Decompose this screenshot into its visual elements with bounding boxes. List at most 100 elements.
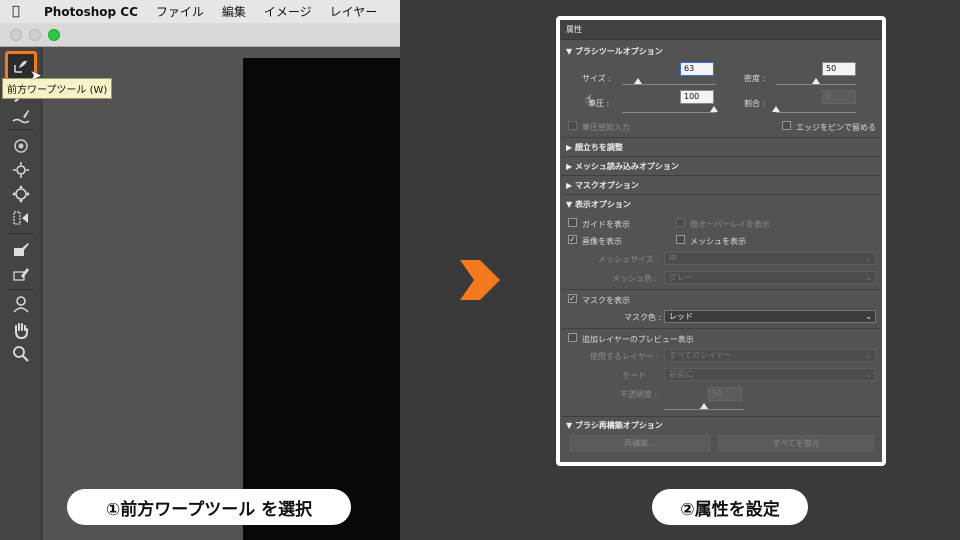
size-label: サイズ : <box>582 74 611 83</box>
show-mesh-label: メッシュを表示 <box>690 237 746 246</box>
close-window-button[interactable] <box>10 29 22 41</box>
section-title: 顔立ちを調整 <box>574 143 623 152</box>
mesh-color-dropdown[interactable]: グレー ⌄ <box>664 271 876 284</box>
menu-image[interactable]: イメージ <box>264 3 312 20</box>
push-left-tool-icon[interactable] <box>9 207 33 229</box>
show-face-overlay-checkbox[interactable] <box>676 218 685 227</box>
rate-input[interactable]: 0 <box>822 90 856 104</box>
size-slider-knob[interactable] <box>634 78 642 84</box>
pucker-tool-icon[interactable] <box>9 159 33 181</box>
freeze-mask-tool-icon[interactable] <box>9 239 33 261</box>
show-image-label: 画像を表示 <box>582 237 622 246</box>
hand-tool-icon[interactable] <box>9 319 33 341</box>
menu-layer[interactable]: レイヤー <box>330 3 378 20</box>
thaw-mask-tool-icon[interactable] <box>9 263 33 285</box>
properties-panel-highlight: 属性 ▼ ブラシツールオプション サイズ : 63 密度 : 50 筆圧 : ☝… <box>556 16 886 466</box>
panel-title: 属性 <box>560 20 882 40</box>
menu-bar:  Photoshop CC ファイル 編集 イメージ レイヤー <box>0 0 400 23</box>
mouse-cursor-icon: ➤ <box>30 68 42 84</box>
step1-caption: ①前方ワープツール を選択 <box>67 489 351 525</box>
opacity-label: 不透明度 : <box>620 390 658 399</box>
pressure-input[interactable]: 100 <box>680 90 714 104</box>
opacity-slider-knob[interactable] <box>700 403 708 409</box>
show-backdrop-checkbox[interactable] <box>568 333 577 342</box>
show-face-overlay-label: 顔オーバーレイを表示 <box>690 220 770 229</box>
stylus-pressure-checkbox[interactable] <box>568 121 577 130</box>
section-title: ブラシツールオプション <box>574 47 663 56</box>
tutorial-canvas:  Photoshop CC ファイル 編集 イメージ レイヤー <box>0 0 960 540</box>
menu-edit[interactable]: 編集 <box>222 3 246 20</box>
size-input[interactable]: 63 <box>680 62 714 76</box>
mode-label: モード : <box>622 371 652 380</box>
menu-file[interactable]: ファイル <box>156 3 204 20</box>
view-options-header[interactable]: ▼ 表示オプション <box>566 199 631 210</box>
face-tool-icon[interactable] <box>9 293 33 315</box>
mesh-size-dropdown[interactable]: 中 ⌄ <box>664 252 876 265</box>
smooth-tool-icon[interactable] <box>9 105 33 127</box>
dropdown-value: 中 <box>669 254 677 263</box>
photoshop-window:  Photoshop CC ファイル 編集 イメージ レイヤー <box>0 0 400 540</box>
properties-panel: 属性 ▼ ブラシツールオプション サイズ : 63 密度 : 50 筆圧 : ☝… <box>560 20 882 462</box>
chevron-down-icon: ⌄ <box>865 273 872 282</box>
mask-color-label: マスク色 : <box>624 313 662 322</box>
section-title: 表示オプション <box>574 200 631 209</box>
section-face-aware-header[interactable]: ▶ 顔立ちを調整 <box>566 142 623 153</box>
hand-cursor-icon: ☝ <box>585 92 593 106</box>
bloat-tool-icon[interactable] <box>9 183 33 205</box>
show-guides-checkbox[interactable] <box>568 218 577 227</box>
chevron-down-icon: ⌄ <box>865 370 872 379</box>
stylus-pressure-label: 筆圧感知入力 <box>582 123 630 132</box>
mesh-color-label: メッシュ色 : <box>612 274 658 283</box>
brush-tool-options-header[interactable]: ▼ ブラシツールオプション <box>566 46 663 57</box>
show-backdrop-label: 追加レイヤーのプレビュー表示 <box>582 335 694 344</box>
use-layer-dropdown[interactable]: すべてのレイヤー ⌄ <box>664 349 876 362</box>
zoom-window-button[interactable] <box>48 29 60 41</box>
pin-edges-label: エッジをピンで留める <box>796 123 876 132</box>
step2-caption: ②属性を設定 <box>652 489 808 525</box>
section-mesh-load-header[interactable]: ▶ メッシュ読み込みオプション <box>566 161 679 172</box>
twirl-clockwise-tool-icon[interactable] <box>9 135 33 157</box>
tool-tooltip: 前方ワープツール (W) <box>2 78 113 99</box>
chevron-down-icon: ⌄ <box>865 254 872 263</box>
rate-label: 割合 : <box>744 99 766 108</box>
dropdown-value: すべてのレイヤー <box>669 351 732 360</box>
reconstruct-button[interactable]: 再構築... <box>570 435 710 451</box>
size-slider-track[interactable] <box>622 84 716 85</box>
dropdown-value: 前面に <box>669 370 693 379</box>
density-slider-track[interactable] <box>776 84 856 85</box>
section-title: マスクオプション <box>574 181 639 190</box>
dropdown-value: グレー <box>669 273 693 282</box>
show-image-checkbox[interactable]: ✓ <box>568 235 577 244</box>
mesh-size-label: メッシュサイズ : <box>598 255 659 264</box>
density-slider-knob[interactable] <box>812 78 820 84</box>
pressure-slider-knob[interactable] <box>710 106 718 112</box>
minimize-window-button[interactable] <box>29 29 41 41</box>
show-guides-label: ガイドを表示 <box>582 220 630 229</box>
chevron-down-icon: ⌄ <box>865 351 872 360</box>
density-label: 密度 : <box>744 74 766 83</box>
zoom-tool-icon[interactable] <box>9 343 33 365</box>
density-input[interactable]: 50 <box>822 62 856 76</box>
section-mask-options-header[interactable]: ▶ マスクオプション <box>566 180 639 191</box>
tools-panel <box>0 47 42 540</box>
rate-slider-track[interactable] <box>776 112 856 113</box>
apple-logo-icon[interactable]:  <box>12 4 34 19</box>
section-title: ブラシ再構築オプション <box>574 421 663 430</box>
brush-reconstruct-header[interactable]: ▼ ブラシ再構築オプション <box>566 420 663 431</box>
opacity-slider-track[interactable] <box>664 409 744 410</box>
use-layer-label: 使用するレイヤー : <box>590 352 659 361</box>
document-canvas[interactable] <box>243 58 400 540</box>
restore-all-button[interactable]: すべてを復元 <box>718 435 874 451</box>
mask-color-dropdown[interactable]: レッド ⌄ <box>664 310 876 323</box>
section-title: メッシュ読み込みオプション <box>574 162 679 171</box>
show-mask-label: マスクを表示 <box>582 296 630 305</box>
rate-slider-knob[interactable] <box>772 106 780 112</box>
pin-edges-checkbox[interactable] <box>782 121 791 130</box>
app-name-menu[interactable]: Photoshop CC <box>44 5 138 19</box>
opacity-input[interactable]: 50 <box>708 387 742 401</box>
show-mask-checkbox[interactable]: ✓ <box>568 294 577 303</box>
window-titlebar <box>0 23 400 47</box>
show-mesh-checkbox[interactable] <box>676 235 685 244</box>
mode-dropdown[interactable]: 前面に ⌄ <box>664 368 876 381</box>
pressure-slider-track[interactable] <box>622 112 716 113</box>
